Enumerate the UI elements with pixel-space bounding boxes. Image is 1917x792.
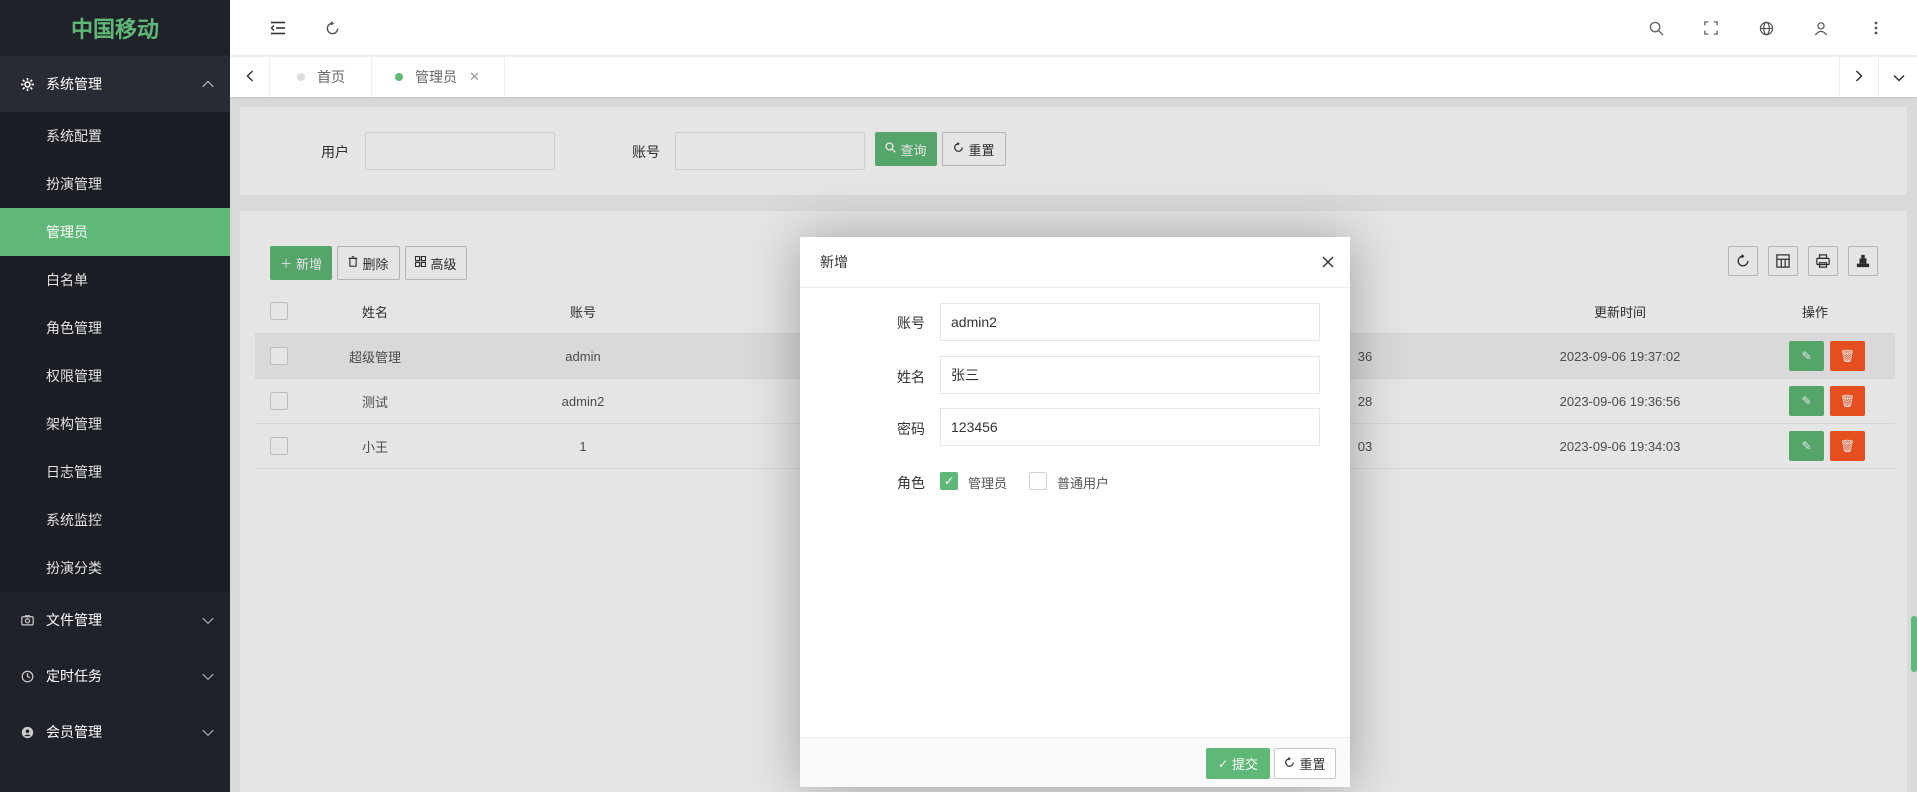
clock-icon — [20, 669, 34, 683]
role-admin-checkbox[interactable]: ✓ — [940, 472, 958, 490]
top-header — [230, 0, 1917, 56]
sidebar-group-label: 系统管理 — [46, 76, 102, 92]
sidebar-item-roleplay-management[interactable]: 扮演管理 — [0, 160, 230, 208]
chevron-up-icon — [202, 80, 214, 93]
sidebar-group-system[interactable]: 系统管理 — [0, 56, 230, 112]
dialog-title-bar: 新增 — [800, 237, 1350, 288]
brand-logo: 中国移动 — [0, 0, 230, 56]
close-icon[interactable]: ✕ — [469, 69, 480, 85]
tab-dot — [297, 73, 305, 81]
sidebar-submenu: 系统配置 扮演管理 管理员 白名单 角色管理 权限管理 架构管理 日志管理 系统… — [0, 112, 230, 592]
tabs-bar: 首页 管理员 ✕ — [230, 56, 1917, 97]
page-scrollbar[interactable] — [1911, 616, 1917, 672]
account-field-label: 账号 — [897, 315, 925, 331]
sidebar-item-log-management[interactable]: 日志管理 — [0, 448, 230, 496]
chevron-down-icon — [202, 668, 214, 681]
submit-button[interactable]: ✓ 提交 — [1206, 748, 1270, 779]
sidebar-group-label: 定时任务 — [46, 668, 102, 684]
tab-label: 管理员 — [415, 69, 457, 85]
more-vertical-icon[interactable] — [1864, 16, 1888, 40]
sidebar-item-org-management[interactable]: 架构管理 — [0, 400, 230, 448]
submit-button-label: 提交 — [1232, 757, 1259, 772]
add-dialog: 新增 账号 admin2 姓名 张三 密码 123456 角色 ✓ 管理员 普通… — [800, 237, 1350, 787]
fullscreen-icon[interactable] — [1699, 16, 1723, 40]
sidebar-group-files[interactable]: 文件管理 — [0, 592, 230, 648]
gear-icon — [20, 77, 34, 91]
tab-home[interactable]: 首页 — [271, 57, 372, 97]
user-icon[interactable] — [1809, 16, 1833, 40]
sidebar-item-permission-management[interactable]: 权限管理 — [0, 352, 230, 400]
sidebar-item-system-config[interactable]: 系统配置 — [0, 112, 230, 160]
dialog-reset-button[interactable]: 重置 — [1274, 748, 1336, 779]
sidebar-item-system-monitor[interactable]: 系统监控 — [0, 496, 230, 544]
sidebar-item-whitelist[interactable]: 白名单 — [0, 256, 230, 304]
sidebar-group-scheduled[interactable]: 定时任务 — [0, 648, 230, 704]
refresh-icon — [1284, 756, 1295, 771]
language-globe-icon[interactable] — [1754, 16, 1778, 40]
sidebar-group-label: 文件管理 — [46, 612, 102, 628]
search-icon[interactable] — [1644, 16, 1668, 40]
dialog-title: 新增 — [820, 254, 848, 270]
account-field[interactable]: admin2 — [940, 303, 1320, 341]
role-normal-user-label: 普通用户 — [1057, 476, 1110, 491]
check-icon: ✓ — [1217, 756, 1229, 771]
role-field-label: 角色 — [897, 475, 925, 491]
chevron-down-icon — [1893, 69, 1905, 85]
password-field-label: 密码 — [897, 421, 925, 437]
chevron-right-icon — [1855, 69, 1863, 85]
member-icon — [20, 725, 34, 739]
tab-admin[interactable]: 管理员 ✕ — [371, 57, 505, 97]
refresh-icon[interactable] — [320, 16, 344, 40]
close-icon[interactable] — [1322, 237, 1334, 288]
role-admin-label: 管理员 — [968, 476, 1008, 491]
password-field[interactable]: 123456 — [940, 408, 1320, 446]
chevron-down-icon — [202, 724, 214, 737]
menu-toggle-icon[interactable] — [266, 16, 290, 40]
dialog-reset-button-label: 重置 — [1299, 757, 1326, 772]
camera-icon — [20, 613, 34, 627]
dialog-footer: ✓ 提交 重置 — [800, 737, 1350, 787]
sidebar-group-members[interactable]: 会员管理 — [0, 704, 230, 760]
tab-scroll-right[interactable] — [1839, 57, 1879, 97]
name-field[interactable]: 张三 — [940, 356, 1320, 394]
chevron-down-icon — [202, 612, 214, 625]
sidebar-item-roleplay-category[interactable]: 扮演分类 — [0, 544, 230, 592]
tab-label: 首页 — [317, 69, 345, 85]
sidebar-group-label: 会员管理 — [46, 724, 102, 740]
sidebar-item-role-management[interactable]: 角色管理 — [0, 304, 230, 352]
sidebar: 中国移动 系统管理 系统配置 扮演管理 管理员 白名单 角色管理 权限管理 架构… — [0, 0, 230, 792]
tab-dot — [395, 73, 403, 81]
sidebar-item-admin[interactable]: 管理员 — [0, 208, 230, 256]
tab-scroll-left[interactable] — [230, 57, 270, 97]
role-normal-user-checkbox[interactable] — [1029, 472, 1047, 490]
chevron-left-icon — [245, 69, 254, 85]
tab-menu-dropdown[interactable] — [1879, 57, 1917, 97]
name-field-label: 姓名 — [897, 369, 925, 385]
